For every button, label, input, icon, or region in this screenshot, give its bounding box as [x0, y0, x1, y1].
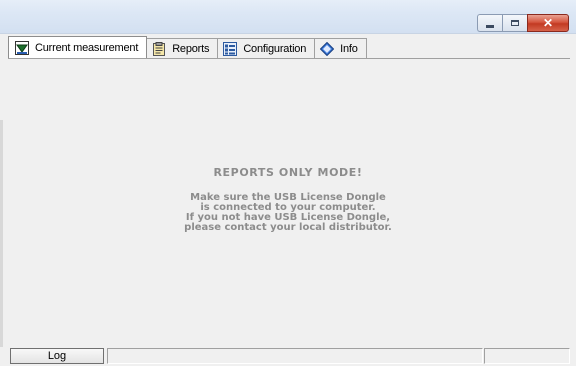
tab-reports[interactable]: Reports — [146, 38, 219, 58]
close-button[interactable]: ✕ — [527, 14, 569, 32]
tab-configuration[interactable]: Configuration — [217, 38, 316, 58]
info-icon — [320, 41, 335, 56]
status-pane-right — [484, 348, 570, 364]
tab-current-measurement[interactable]: Current measurement — [8, 36, 148, 58]
client-area: Current measurement Reports Configuratio… — [0, 34, 576, 366]
minimize-button[interactable] — [477, 14, 502, 32]
tab-divider — [8, 58, 570, 59]
tab-label: Reports — [172, 42, 210, 55]
tab-info[interactable]: Info — [314, 38, 367, 58]
tab-label: Current measurement — [35, 41, 139, 54]
status-pane — [107, 348, 483, 364]
caption-buttons: ✕ — [477, 14, 569, 32]
reports-only-message: REPORTS ONLY MODE! Make sure the USB Lic… — [0, 166, 576, 233]
tab-label: Configuration — [243, 42, 307, 55]
measurement-icon — [15, 40, 29, 55]
status-bar: Log — [0, 347, 576, 366]
reports-icon — [153, 41, 166, 56]
minimize-icon — [486, 24, 494, 28]
maximize-button[interactable] — [502, 14, 527, 32]
left-edge-divider — [0, 120, 3, 356]
maximize-icon — [511, 20, 519, 26]
window-titlebar: ✕ — [0, 0, 576, 34]
close-icon: ✕ — [542, 16, 554, 30]
log-button[interactable]: Log — [10, 348, 104, 364]
message-line: please contact your local distributor. — [184, 222, 392, 233]
configuration-icon — [223, 41, 238, 56]
message-title: REPORTS ONLY MODE! — [213, 166, 363, 179]
tab-label: Info — [340, 42, 358, 55]
tab-strip: Current measurement Reports Configuratio… — [8, 36, 367, 58]
